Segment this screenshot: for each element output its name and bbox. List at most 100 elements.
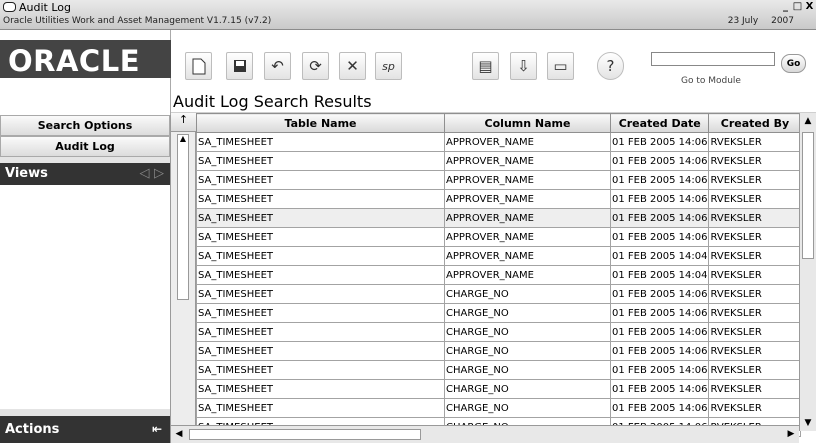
scroll-up-icon[interactable]: ▲: [178, 134, 188, 144]
table-cell[interactable]: 01 FEB 2005 14:06: [609, 170, 710, 190]
table-cell[interactable]: CHARGE_NO: [444, 322, 611, 342]
spell-check-icon[interactable]: sp: [375, 52, 402, 80]
maximize-button[interactable]: □: [792, 1, 803, 12]
table-row[interactable]: SA_TIMESHEETCHARGE_NO01 FEB 2005 14:06RV…: [196, 379, 802, 399]
table-cell[interactable]: 01 FEB 2005 14:06: [609, 379, 710, 399]
table-cell[interactable]: APPROVER_NAME: [444, 170, 611, 190]
table-cell[interactable]: RVEKSLER: [708, 265, 802, 285]
table-cell[interactable]: RVEKSLER: [708, 360, 802, 380]
table-cell[interactable]: SA_TIMESHEET: [196, 398, 445, 418]
table-cell[interactable]: RVEKSLER: [708, 151, 802, 171]
table-cell[interactable]: RVEKSLER: [708, 246, 802, 266]
table-row[interactable]: SA_TIMESHEET APPROVER_NAME 01 FEB 2005 14:…: [196, 208, 802, 228]
scroll-right-arrow-icon[interactable]: ▶: [783, 426, 799, 442]
sort-arrow-icon[interactable]: ↑: [171, 113, 196, 132]
go-button[interactable]: Go: [781, 54, 806, 73]
delete-icon[interactable]: ✕: [339, 52, 366, 80]
table-cell[interactable]: SA_TIMESHEET: [196, 208, 445, 228]
search-options-button[interactable]: Search Options: [0, 115, 170, 136]
table-cell[interactable]: RVEKSLER: [708, 284, 802, 304]
print-icon[interactable]: ▭: [547, 52, 574, 80]
table-cell[interactable]: RVEKSLER: [708, 170, 802, 190]
table-cell[interactable]: 01 FEB 2005 14:04: [609, 265, 710, 285]
table-cell[interactable]: RVEKSLER: [708, 227, 802, 247]
table-cell[interactable]: 01 FEB 2005 14:06: [609, 227, 710, 247]
views-prev-icon[interactable]: ◁: [139, 166, 149, 181]
table-cell[interactable]: SA_TIMESHEET: [196, 379, 445, 399]
table-row[interactable]: SA_TIMESHEETCHARGE_NO01 FEB 2005 14:06RV…: [196, 303, 802, 323]
table-row[interactable]: SA_TIMESHEETCHARGE_NO01 FEB 2005 14:06RV…: [196, 341, 802, 361]
table-row[interactable]: SA_TIMESHEETCHARGE_NO01 FEB 2005 14:06RV…: [196, 360, 802, 380]
table-cell[interactable]: APPROVER_NAME: [444, 265, 611, 285]
table-cell[interactable]: APPROVER_NAME: [444, 227, 611, 247]
table-cell[interactable]: 01 FEB 2005 14:06: [609, 132, 710, 152]
actions-header[interactable]: Actions ⇤: [0, 416, 170, 443]
table-cell[interactable]: SA_TIMESHEET: [196, 227, 445, 247]
table-row[interactable]: SA_TIMESHEETCHARGE_NO01 FEB 2005 14:06RV…: [196, 322, 802, 342]
table-cell[interactable]: RVEKSLER: [708, 322, 802, 342]
row-scroller[interactable]: ▲: [177, 134, 189, 300]
save-icon[interactable]: [226, 52, 253, 80]
table-cell[interactable]: SA_TIMESHEET: [196, 360, 445, 380]
table-cell[interactable]: CHARGE_NO: [444, 284, 611, 304]
audit-log-button[interactable]: Audit Log: [0, 136, 170, 157]
table-cell[interactable]: SA_TIMESHEET: [196, 303, 445, 323]
table-cell[interactable]: SA_TIMESHEET: [196, 284, 445, 304]
table-cell[interactable]: SA_TIMESHEET: [196, 265, 445, 285]
table-cell[interactable]: SA_TIMESHEET: [196, 246, 445, 266]
table-cell[interactable]: RVEKSLER: [708, 379, 802, 399]
table-cell[interactable]: RVEKSLER: [708, 398, 802, 418]
undo-icon[interactable]: ↶: [264, 52, 291, 80]
table-cell[interactable]: 01 FEB 2005 14:06: [609, 151, 710, 171]
horizontal-scroll-thumb[interactable]: [189, 429, 421, 440]
table-cell[interactable]: 01 FEB 2005 14:06: [609, 398, 710, 418]
table-cell[interactable]: CHARGE_NO: [444, 360, 611, 380]
close-button[interactable]: X: [804, 1, 815, 12]
table-cell[interactable]: CHARGE_NO: [444, 341, 611, 361]
vertical-scroll-thumb[interactable]: [802, 132, 814, 259]
column-header-column-name[interactable]: Column Name: [444, 113, 611, 133]
table-cell[interactable]: RVEKSLER: [708, 189, 802, 209]
column-header-created-date[interactable]: Created Date: [609, 113, 710, 133]
table-row[interactable]: SA_TIMESHEET APPROVER_NAME 01 FEB 2005 14:…: [196, 151, 802, 171]
scroll-left-arrow-icon[interactable]: ◀: [171, 426, 187, 442]
table-row[interactable]: SA_TIMESHEET APPROVER_NAME 01 FEB 2005 14:…: [196, 189, 802, 209]
table-cell[interactable]: 01 FEB 2005 14:06: [609, 322, 710, 342]
table-cell[interactable]: 01 FEB 2005 14:06: [609, 303, 710, 323]
table-row[interactable]: SA_TIMESHEETCHARGE_NO01 FEB 2005 14:06RV…: [196, 398, 802, 418]
scroll-down-arrow-icon[interactable]: ▼: [800, 415, 816, 431]
table-cell[interactable]: SA_TIMESHEET: [196, 322, 445, 342]
table-cell[interactable]: RVEKSLER: [708, 303, 802, 323]
report-icon[interactable]: ▤: [472, 52, 499, 80]
collapse-arrow-icon[interactable]: ⇤: [152, 416, 162, 443]
table-cell[interactable]: APPROVER_NAME: [444, 132, 611, 152]
table-cell[interactable]: 01 FEB 2005 14:06: [609, 208, 710, 228]
table-row[interactable]: SA_TIMESHEET APPROVER_NAME 01 FEB 2005 14:…: [196, 246, 802, 266]
refresh-icon[interactable]: ⟳: [302, 52, 329, 80]
column-header-table-name[interactable]: Table Name: [196, 113, 445, 133]
column-header-created-by[interactable]: Created By: [708, 113, 802, 133]
scroll-up-arrow-icon[interactable]: ▲: [800, 113, 816, 129]
table-cell[interactable]: 01 FEB 2005 14:06: [609, 341, 710, 361]
goto-module-input[interactable]: [651, 52, 775, 66]
table-cell[interactable]: 01 FEB 2005 14:06: [609, 284, 710, 304]
table-row[interactable]: SA_TIMESHEET APPROVER_NAME 01 FEB 2005 14:…: [196, 132, 802, 152]
table-cell[interactable]: RVEKSLER: [708, 132, 802, 152]
table-cell[interactable]: CHARGE_NO: [444, 379, 611, 399]
table-cell[interactable]: SA_TIMESHEET: [196, 151, 445, 171]
minimize-button[interactable]: _: [780, 1, 791, 12]
table-cell[interactable]: CHARGE_NO: [444, 398, 611, 418]
table-cell[interactable]: APPROVER_NAME: [444, 189, 611, 209]
vertical-scrollbar[interactable]: ▲ ▼: [799, 113, 816, 431]
table-row[interactable]: SA_TIMESHEET APPROVER_NAME 01 FEB 2005 14:…: [196, 265, 802, 285]
table-cell[interactable]: 01 FEB 2005 14:06: [609, 189, 710, 209]
table-cell[interactable]: RVEKSLER: [708, 341, 802, 361]
table-row[interactable]: SA_TIMESHEETCHARGE_NO01 FEB 2005 14:06RV…: [196, 284, 802, 304]
table-cell[interactable]: APPROVER_NAME: [444, 208, 611, 228]
help-icon[interactable]: ?: [597, 52, 624, 80]
export-icon[interactable]: ⇩: [510, 52, 537, 80]
table-cell[interactable]: 01 FEB 2005 14:04: [609, 246, 710, 266]
table-cell[interactable]: SA_TIMESHEET: [196, 132, 445, 152]
new-document-icon[interactable]: [185, 52, 212, 80]
table-cell[interactable]: CHARGE_NO: [444, 303, 611, 323]
